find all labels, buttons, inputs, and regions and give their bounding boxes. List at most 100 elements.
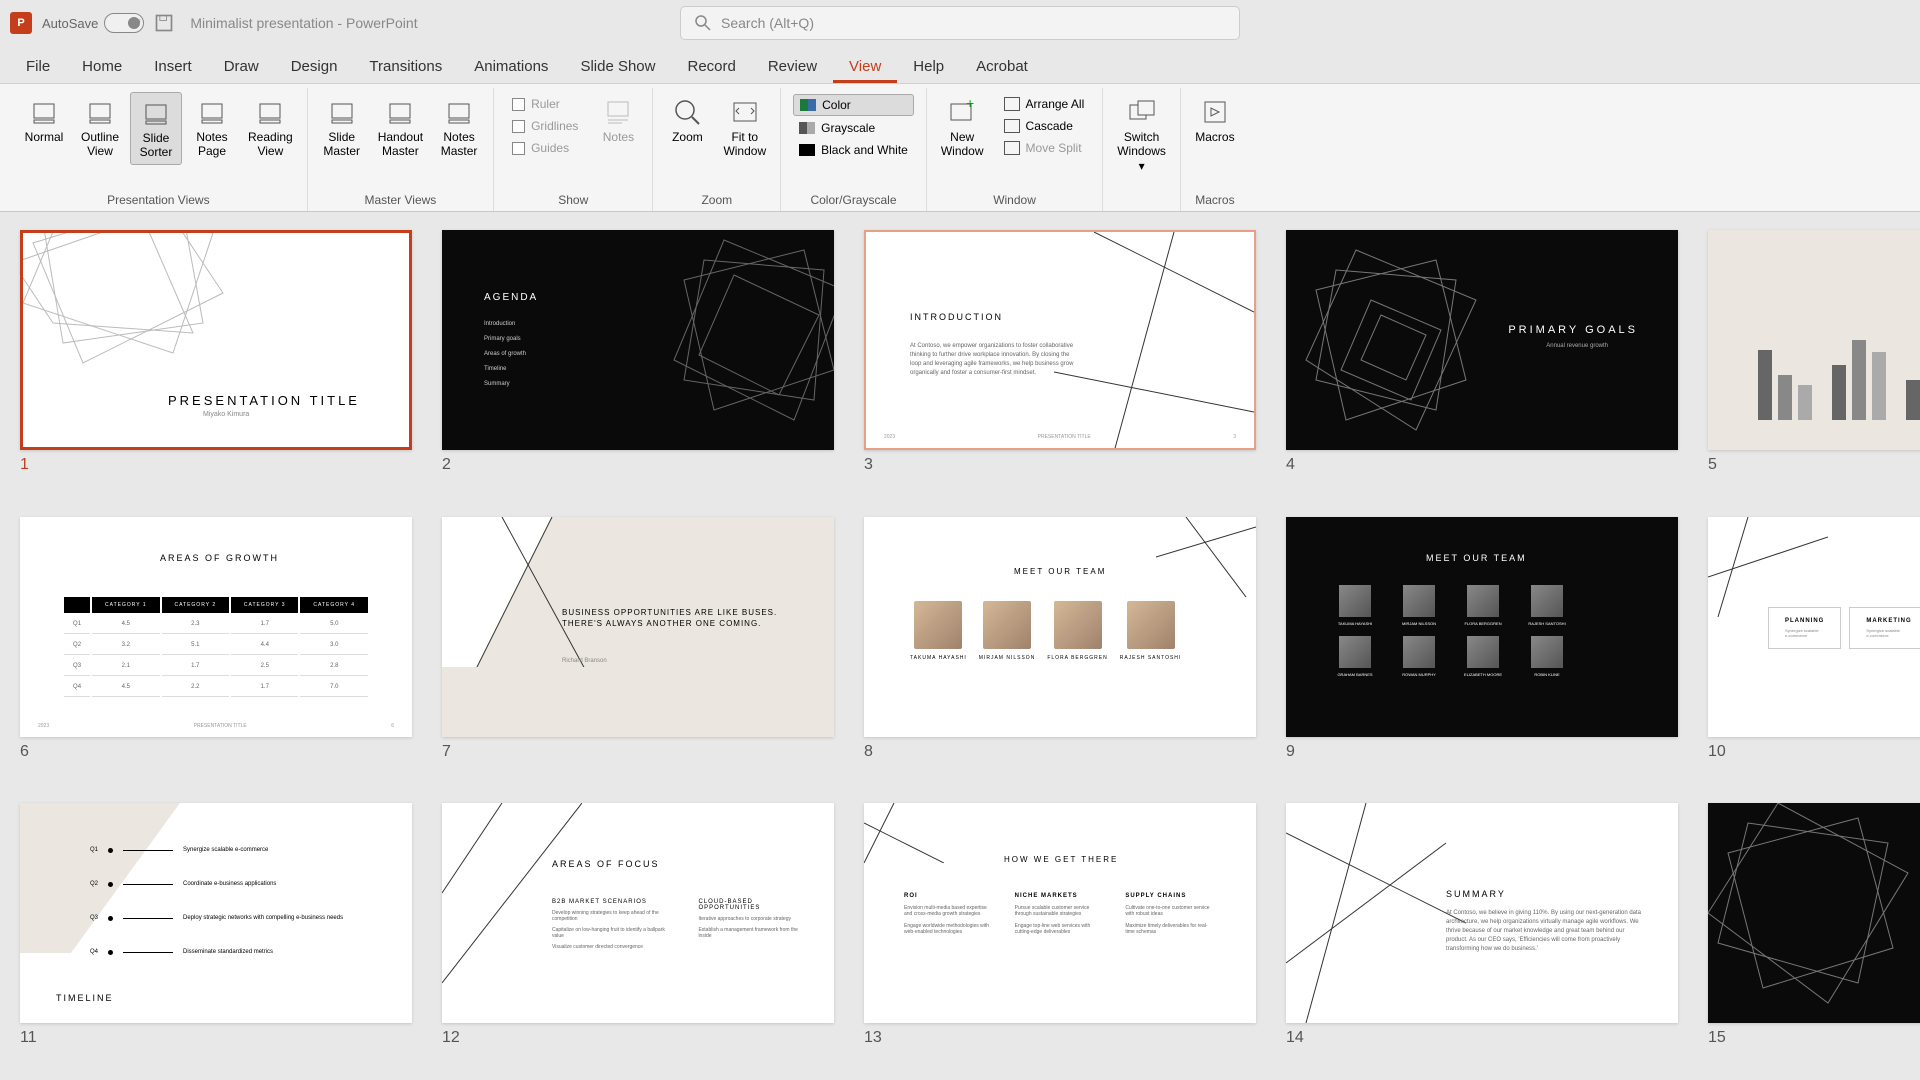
group-label (1140, 189, 1143, 209)
handout-master-button[interactable]: Handout Master (372, 92, 429, 163)
slide-sorter-area[interactable]: PRESENTATION TITLE Miyako Kimura 1 AGEND… (0, 212, 1920, 1080)
slide-number: 3 (864, 456, 1256, 474)
slide-number: 6 (20, 743, 412, 761)
slide-thumbnail-10[interactable]: PLAN FOR PLANNINGSynergize scalablee-com… (1708, 517, 1920, 737)
slide-thumbnail-1[interactable]: PRESENTATION TITLE Miyako Kimura (20, 230, 412, 450)
slide-number: 10 (1708, 743, 1920, 761)
slide-thumbnail-15[interactable]: THA Miyako Kimura (1708, 803, 1920, 1023)
slide-thumbnail-14[interactable]: SUMMARY At Contoso, we believe in giving… (1286, 803, 1678, 1023)
slide-body: At Contoso, we believe in giving 110%. B… (1446, 909, 1646, 954)
group-macros: Macros Macros (1181, 88, 1249, 211)
slide-number: 5 (1708, 456, 1920, 474)
slide-title: SUMMARY (1446, 889, 1506, 899)
slide-thumbnail-4[interactable]: PRIMARY GOALS Annual revenue growth (1286, 230, 1678, 450)
menu-home[interactable]: Home (66, 50, 138, 83)
reading-view-button[interactable]: Reading View (242, 92, 299, 163)
slide-title: AREAS OF FOCUS (552, 859, 660, 869)
color-button[interactable]: Color (793, 94, 914, 116)
move-split-button: Move Split (998, 138, 1091, 158)
slide-number: 12 (442, 1029, 834, 1047)
notes-master-button[interactable]: Notes Master (433, 92, 485, 163)
slide-thumbnail-8[interactable]: MEET OUR TEAM TAKUMA HAYASHIMIRJAM NILSS… (864, 517, 1256, 737)
outline-view-button[interactable]: Outline View (74, 92, 126, 163)
menu-animations[interactable]: Animations (458, 50, 564, 83)
slide-title: PRESENTATION TITLE (168, 393, 360, 408)
menu-acrobat[interactable]: Acrobat (960, 50, 1044, 83)
group-presentation-views: NormalOutline ViewSlide SorterNotes Page… (10, 88, 308, 211)
menu-transitions[interactable]: Transitions (353, 50, 458, 83)
slide-number: 11 (20, 1029, 412, 1047)
slide-subtitle: Miyako Kimura (203, 411, 249, 418)
columns: ROIEnvision multi-media based expertise … (904, 893, 1214, 941)
slide-title: MEET OUR TEAM (1426, 553, 1527, 563)
menu-file[interactable]: File (10, 50, 66, 83)
group-label: Show (558, 189, 588, 209)
toggle-switch[interactable]: Off (104, 13, 144, 33)
menu-insert[interactable]: Insert (138, 50, 208, 83)
slide-thumbnail-7[interactable]: BUSINESS OPPORTUNITIES ARE LIKE BUSES. T… (442, 517, 834, 737)
normal-button[interactable]: Normal (18, 92, 70, 148)
autosave-toggle[interactable]: AutoSave Off (42, 13, 144, 33)
notes-page-button[interactable]: Notes Page (186, 92, 238, 163)
slide-body: At Contoso, we empower organizations to … (910, 342, 1080, 378)
slide-number: 15 (1708, 1029, 1920, 1047)
slide-thumbnail-5[interactable]: QUARTER (1708, 230, 1920, 450)
group-label: Master Views (364, 189, 436, 209)
arrange-all-button[interactable]: Arrange All (998, 94, 1091, 114)
document-title: Minimalist presentation - PowerPoint (190, 15, 417, 31)
menu-view[interactable]: View (833, 50, 897, 83)
ruler-checkbox[interactable]: Ruler (506, 94, 584, 114)
title-bar: P AutoSave Off Minimalist presentation -… (0, 0, 1920, 46)
save-icon[interactable] (154, 13, 174, 33)
switch-windows-button[interactable]: Switch Windows ▾ (1111, 92, 1172, 177)
macros-button[interactable]: Macros (1189, 92, 1241, 148)
slide-sorter-button[interactable]: Slide Sorter (130, 92, 182, 165)
slide-master-button[interactable]: Slide Master (316, 92, 368, 163)
grayscale-button[interactable]: Grayscale (793, 118, 914, 138)
slide-thumbnail-2[interactable]: AGENDA IntroductionPrimary goalsAreas of… (442, 230, 834, 450)
search-input[interactable]: Search (Alt+Q) (680, 6, 1240, 40)
notes-button[interactable]: Notes (592, 92, 644, 148)
slide-number: 13 (864, 1029, 1256, 1047)
black-and-white-button[interactable]: Black and White (793, 140, 914, 160)
slide-thumbnail-6[interactable]: AREAS OF GROWTH CATEGORY 1CATEGORY 2CATE… (20, 517, 412, 737)
slide-number: 1 (20, 456, 412, 474)
slide-thumbnail-9[interactable]: MEET OUR TEAM TAKUMA HAYASHIMIRJAM NILSS… (1286, 517, 1678, 737)
slide-title: MEET OUR TEAM (1014, 567, 1106, 576)
menu-record[interactable]: Record (671, 50, 751, 83)
slide-number: 8 (864, 743, 1256, 761)
menu-bar: FileHomeInsertDrawDesignTransitionsAnima… (0, 46, 1920, 84)
slide-title: TIMELINE (56, 993, 114, 1003)
cascade-button[interactable]: Cascade (998, 116, 1091, 136)
autosave-label: AutoSave (42, 16, 98, 31)
guides-checkbox[interactable]: Guides (506, 138, 584, 158)
slide-title: AREAS OF GROWTH (160, 553, 279, 563)
slide-number: 9 (1286, 743, 1678, 761)
menu-slide show[interactable]: Slide Show (564, 50, 671, 83)
menu-review[interactable]: Review (752, 50, 833, 83)
group-label: Presentation Views (107, 189, 210, 209)
slide-title: AGENDA (484, 292, 538, 303)
team-grid: TAKUMA HAYASHIMIRJAM NILSSONFLORA BERGGR… (1336, 585, 1566, 677)
slide-number: 7 (442, 743, 834, 761)
group-switch-windows: Switch Windows ▾ (1103, 88, 1181, 211)
new-window-button[interactable]: +New Window (935, 92, 990, 163)
zoom-button[interactable]: Zoom (661, 92, 713, 148)
plan-boxes: PLANNINGSynergize scalablee-commerceMARK… (1768, 607, 1920, 649)
group-window: +New Window Arrange All Cascade Move Spl… (927, 88, 1103, 211)
menu-draw[interactable]: Draw (208, 50, 275, 83)
quote-author: Richard Branson (562, 657, 607, 666)
slide-thumbnail-11[interactable]: TIMELINE Q1Synergize scalable e-commerce… (20, 803, 412, 1023)
menu-design[interactable]: Design (275, 50, 354, 83)
slide-thumbnail-12[interactable]: AREAS OF FOCUS B2B MARKET SCENARIOSDevel… (442, 803, 834, 1023)
slide-title: PRIMARY GOALS (1508, 324, 1638, 336)
agenda-list: IntroductionPrimary goalsAreas of growth… (484, 320, 526, 395)
slide-thumbnail-3[interactable]: INTRODUCTION At Contoso, we empower orga… (864, 230, 1256, 450)
search-icon (695, 15, 711, 31)
group-label: Macros (1195, 189, 1234, 209)
gridlines-checkbox[interactable]: Gridlines (506, 116, 584, 136)
powerpoint-icon: P (10, 12, 32, 34)
slide-thumbnail-13[interactable]: HOW WE GET THERE ROIEnvision multi-media… (864, 803, 1256, 1023)
menu-help[interactable]: Help (897, 50, 960, 83)
fit-window-button[interactable]: Fit to Window (717, 92, 772, 163)
